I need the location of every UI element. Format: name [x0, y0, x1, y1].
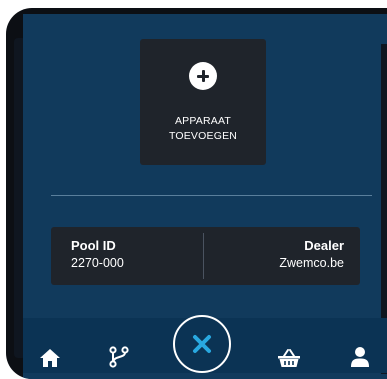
device-frame: APPARAAT TOEVOEGEN Pool ID 2270-000 Deal… — [6, 8, 387, 379]
pool-info-card: Pool ID 2270-000 Dealer Zwemco.be — [51, 227, 360, 285]
dealer-block: Dealer Zwemco.be — [279, 237, 344, 273]
branch-icon[interactable] — [109, 346, 129, 368]
home-icon[interactable] — [39, 348, 61, 368]
info-separator — [203, 233, 204, 279]
user-icon[interactable] — [350, 346, 370, 368]
divider — [51, 195, 372, 196]
dealer-title: Dealer — [304, 238, 344, 253]
pool-id-value: 2270-000 — [71, 256, 124, 270]
page: APPARAAT TOEVOEGEN Pool ID 2270-000 Deal… — [0, 0, 387, 379]
add-device-label-line2: TOEVOEGEN — [168, 130, 238, 142]
basket-icon[interactable] — [277, 348, 301, 368]
close-icon — [193, 335, 211, 353]
plus-icon — [189, 62, 217, 90]
add-device-label-line1: APPARAAT — [174, 115, 232, 127]
add-device-button[interactable]: APPARAAT TOEVOEGEN — [140, 39, 266, 165]
pool-id-block: Pool ID 2270-000 — [71, 237, 124, 273]
pool-id-title: Pool ID — [71, 238, 116, 253]
add-device-label: APPARAAT TOEVOEGEN — [140, 114, 266, 144]
close-button[interactable] — [173, 315, 231, 373]
dealer-value: Zwemco.be — [279, 256, 344, 270]
bottom-nav — [23, 315, 387, 373]
